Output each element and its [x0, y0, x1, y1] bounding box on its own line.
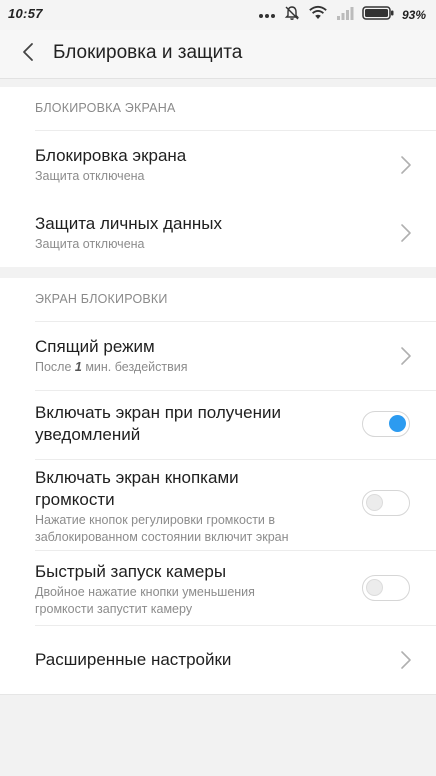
- chevron-right-icon: [400, 155, 412, 175]
- setting-title-line1: Включать экран при получении: [35, 403, 281, 422]
- chevron-right-icon: [400, 223, 412, 243]
- more-dots-icon: [258, 6, 276, 24]
- setting-title-line2: уведомлений: [35, 425, 141, 444]
- section-title: ЭКРАН БЛОКИРОВКИ: [35, 292, 168, 306]
- setting-quick-camera-launch[interactable]: Быстрый запуск камеры Двойное нажатие кн…: [0, 551, 436, 625]
- battery-icon: [362, 5, 394, 25]
- setting-subtitle-line2: заблокированном состоянии включит экран: [35, 530, 289, 544]
- setting-subtitle: Защита отключена: [35, 237, 145, 251]
- setting-wake-with-volume-buttons[interactable]: Включать экран кнопками громкости Нажати…: [0, 460, 436, 550]
- quick-camera-toggle[interactable]: [362, 575, 410, 601]
- wake-on-notifications-toggle[interactable]: [362, 411, 410, 437]
- wifi-icon: [308, 5, 328, 25]
- setting-title-line2: громкости: [35, 490, 115, 509]
- setting-advanced[interactable]: Расширенные настройки: [0, 626, 436, 694]
- status-icons: 93%: [258, 5, 426, 25]
- setting-title: Защита личных данных: [35, 214, 222, 233]
- chevron-right-icon: [400, 650, 412, 670]
- bottom-area: [0, 694, 436, 776]
- setting-subtitle-line2: громкости запустит камеру: [35, 602, 193, 616]
- toggle-knob: [366, 579, 383, 596]
- chevron-left-icon: [22, 42, 34, 67]
- section-title: БЛОКИРОВКА ЭКРАНА: [35, 101, 176, 115]
- setting-wake-on-notifications[interactable]: Включать экран при получении уведомлений: [0, 391, 436, 459]
- app-header: Блокировка и защита: [0, 30, 436, 79]
- setting-screen-lock[interactable]: Блокировка экрана Защита отключена: [0, 131, 436, 199]
- toggle-knob: [389, 415, 406, 432]
- setting-privacy-protection[interactable]: Защита личных данных Защита отключена: [0, 199, 436, 267]
- section-gap: [0, 79, 436, 87]
- setting-title: Расширенные настройки: [35, 650, 232, 669]
- status-bar: 10:57 93%: [0, 0, 436, 30]
- setting-title: Быстрый запуск камеры: [35, 562, 227, 581]
- setting-title: Блокировка экрана: [35, 146, 187, 165]
- setting-subtitle: Защита отключена: [35, 169, 145, 183]
- setting-sleep-mode[interactable]: Спящий режим После 1 мин. бездействия: [0, 322, 436, 390]
- section-gap: [0, 267, 436, 278]
- wake-with-volume-toggle[interactable]: [362, 490, 410, 516]
- page-title: Блокировка и защита: [53, 42, 243, 63]
- toggle-knob: [366, 494, 383, 511]
- battery-percent: 93%: [401, 8, 426, 22]
- setting-subtitle: После 1 мин. бездействия: [35, 360, 188, 374]
- section-lock-screen: ЭКРАН БЛОКИРОВКИ Спящий режим После 1 ми…: [0, 278, 436, 694]
- setting-subtitle-line1: Двойное нажатие кнопки уменьшения: [35, 585, 255, 599]
- alarm-off-icon: [284, 5, 300, 26]
- back-button[interactable]: [10, 36, 46, 72]
- setting-title: Спящий режим: [35, 337, 155, 356]
- setting-title-line1: Включать экран кнопками: [35, 468, 239, 487]
- status-time: 10:57: [8, 6, 43, 21]
- chevron-right-icon: [400, 346, 412, 366]
- setting-subtitle-line1: Нажатие кнопок регулировки громкости в: [35, 513, 276, 527]
- signal-icon: [336, 6, 354, 25]
- section-screen-lock: БЛОКИРОВКА ЭКРАНА Блокировка экрана Защи…: [0, 87, 436, 267]
